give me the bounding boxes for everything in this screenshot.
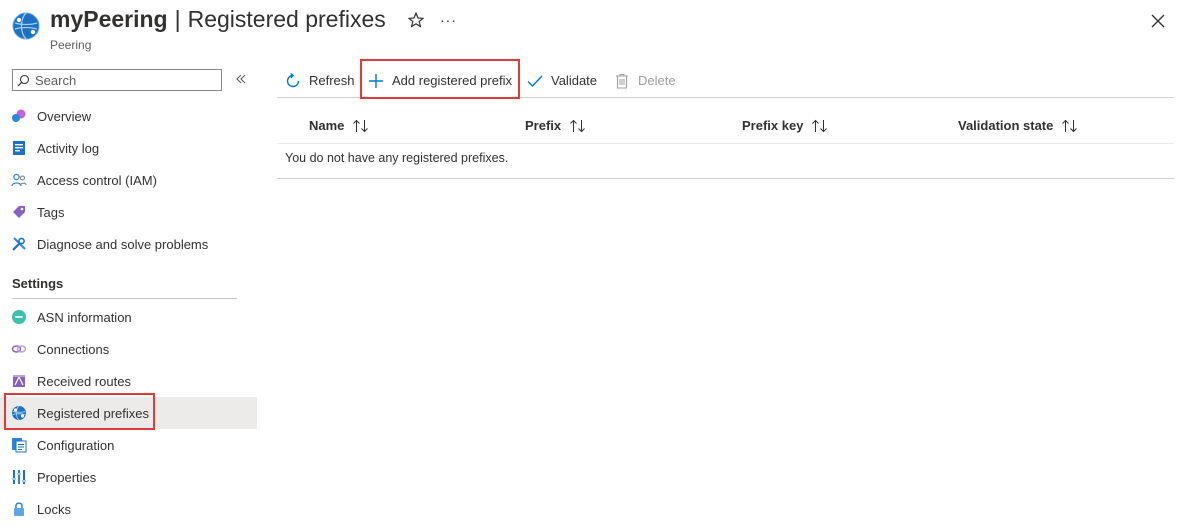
command-bar: Refresh Add registered prefix Validate D… bbox=[277, 64, 1174, 98]
sort-icon bbox=[1062, 119, 1078, 132]
sidebar-item-label: Configuration bbox=[37, 437, 115, 453]
delete-button[interactable]: Delete bbox=[613, 64, 676, 97]
plus-icon bbox=[367, 72, 385, 90]
routes-icon bbox=[11, 373, 27, 389]
page-title: myPeering | Registered prefixes bbox=[50, 6, 386, 33]
lock-icon bbox=[11, 501, 27, 517]
sort-icon bbox=[353, 119, 369, 132]
wrench-icon bbox=[11, 236, 27, 252]
refresh-icon bbox=[284, 72, 302, 90]
sidebar-item-label: Overview bbox=[37, 108, 92, 124]
tag-icon bbox=[11, 204, 27, 220]
trash-icon bbox=[613, 72, 631, 90]
sort-icon bbox=[570, 119, 585, 132]
delete-label: Delete bbox=[638, 73, 676, 88]
asn-icon bbox=[11, 309, 27, 325]
properties-icon bbox=[11, 469, 27, 485]
column-header-prefix-key[interactable]: Prefix key bbox=[742, 118, 829, 133]
globe-icon bbox=[11, 405, 27, 421]
sidebar-item-label: Activity log bbox=[37, 140, 100, 156]
table-header: Name Prefix Prefix key Validation state bbox=[277, 108, 1174, 144]
close-icon[interactable] bbox=[1150, 13, 1166, 29]
overview-icon bbox=[11, 108, 27, 124]
sidebar-item-label: Access control (IAM) bbox=[37, 172, 157, 188]
sidebar-item-label: Properties bbox=[37, 469, 97, 485]
sidebar-item-registered-prefixes[interactable]: Registered prefixes bbox=[0, 397, 257, 429]
add-registered-prefix-button[interactable]: Add registered prefix bbox=[367, 64, 512, 97]
page-name: Registered prefixes bbox=[187, 6, 386, 32]
sort-icon bbox=[812, 119, 828, 132]
sidebar-item-tags[interactable]: Tags bbox=[0, 196, 257, 228]
sidebar-item-label: Locks bbox=[37, 501, 71, 517]
empty-state-row: You do not have any registered prefixes. bbox=[277, 144, 1174, 179]
peering-globe-icon bbox=[12, 12, 40, 40]
empty-state-message: You do not have any registered prefixes. bbox=[285, 151, 509, 165]
column-header-prefix[interactable]: Prefix bbox=[525, 118, 587, 133]
sidebar-item-label: ASN information bbox=[37, 309, 132, 325]
sidebar-item-label: Tags bbox=[37, 204, 65, 220]
column-header-validation-state[interactable]: Validation state bbox=[958, 118, 1079, 133]
settings-section-header: Settings bbox=[12, 276, 64, 291]
page-header: myPeering | Registered prefixes Peering … bbox=[0, 0, 1186, 60]
sidebar-item-activity-log[interactable]: Activity log bbox=[0, 132, 257, 164]
sidebar-item-label: Registered prefixes bbox=[37, 405, 149, 421]
sidebar-item-diagnose[interactable]: Diagnose and solve problems bbox=[0, 228, 257, 260]
activity-log-icon bbox=[11, 140, 27, 156]
more-options-icon[interactable]: ··· bbox=[440, 12, 457, 28]
column-label: Validation state bbox=[958, 118, 1054, 133]
configuration-icon bbox=[11, 437, 27, 453]
validate-label: Validate bbox=[551, 73, 598, 88]
refresh-button[interactable]: Refresh bbox=[284, 64, 355, 97]
favorite-star-icon[interactable] bbox=[407, 11, 425, 29]
search-input[interactable] bbox=[35, 72, 215, 88]
column-header-name[interactable]: Name bbox=[309, 118, 370, 133]
column-label: Prefix bbox=[525, 118, 562, 133]
iam-icon bbox=[11, 172, 27, 188]
sidebar-item-properties[interactable]: Properties bbox=[0, 461, 257, 493]
sidebar-item-configuration[interactable]: Configuration bbox=[0, 429, 257, 461]
sidebar-item-asn-information[interactable]: ASN information bbox=[0, 301, 257, 333]
sidebar-search[interactable] bbox=[12, 69, 222, 91]
sidebar-item-label: Received routes bbox=[37, 373, 131, 389]
sidebar-item-connections[interactable]: Connections bbox=[0, 333, 257, 365]
search-icon bbox=[17, 74, 30, 86]
validate-button[interactable]: Validate bbox=[526, 64, 597, 97]
sidebar-item-access-control[interactable]: Access control (IAM) bbox=[0, 164, 257, 196]
column-label: Prefix key bbox=[742, 118, 804, 133]
sidebar-item-locks[interactable]: Locks bbox=[0, 493, 257, 525]
refresh-label: Refresh bbox=[309, 73, 355, 88]
registered-prefixes-table: Name Prefix Prefix key Validation state … bbox=[277, 108, 1174, 179]
checkmark-icon bbox=[526, 72, 544, 90]
column-label: Name bbox=[309, 118, 345, 133]
sidebar-item-label: Diagnose and solve problems bbox=[37, 236, 209, 252]
section-divider bbox=[12, 298, 237, 299]
resource-type: Peering bbox=[50, 38, 92, 52]
connections-icon bbox=[11, 341, 27, 357]
title-separator: | bbox=[174, 6, 181, 32]
sidebar-item-received-routes[interactable]: Received routes bbox=[0, 365, 257, 397]
add-registered-prefix-label: Add registered prefix bbox=[392, 73, 512, 88]
resource-name: myPeering bbox=[50, 6, 168, 32]
collapse-sidebar-icon[interactable] bbox=[234, 72, 248, 86]
sidebar-item-overview[interactable]: Overview bbox=[0, 100, 257, 132]
sidebar-item-label: Connections bbox=[37, 341, 110, 357]
